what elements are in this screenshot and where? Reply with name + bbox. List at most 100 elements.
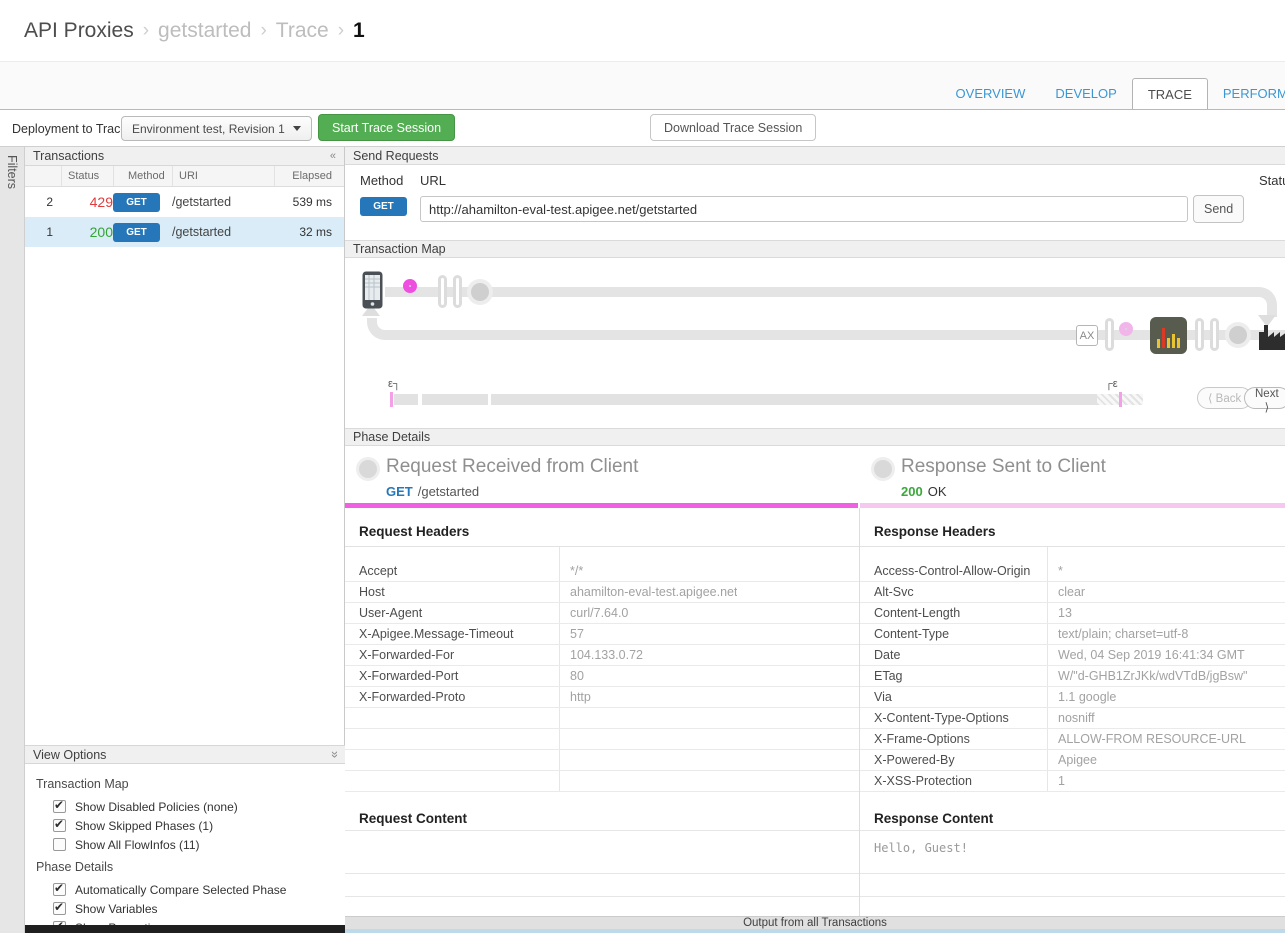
header-value: ahamilton-eval-test.apigee.net — [560, 585, 737, 599]
policy-pill[interactable] — [438, 275, 447, 308]
transaction-row[interactable]: 2429GET/getstarted539 ms — [25, 187, 344, 217]
column-uri[interactable]: URI — [172, 166, 274, 186]
header-row: Accept*/* — [345, 561, 859, 582]
header-name: Date — [860, 645, 1048, 665]
method-select-button[interactable]: GET — [360, 197, 407, 216]
transaction-elapsed: 32 ms — [274, 225, 344, 239]
response-phase-title: Response Sent to Client — [901, 456, 1106, 478]
compared-phase-node[interactable] — [1119, 322, 1133, 336]
header-row: X-Forwarded-For104.133.0.72 — [345, 645, 859, 666]
url-label: URL — [420, 173, 446, 188]
checkbox[interactable] — [53, 902, 66, 915]
header-value: Apigee — [1048, 753, 1097, 767]
header-value: ALLOW-FROM RESOURCE-URL — [1048, 732, 1246, 746]
header-row: X-Content-Type-Optionsnosniff — [860, 708, 1285, 729]
breadcrumb-section[interactable]: Trace — [276, 19, 329, 43]
timeline-segment[interactable] — [422, 394, 488, 405]
response-status-text: OK — [928, 484, 947, 499]
start-trace-session-button[interactable]: Start Trace Session — [318, 114, 455, 141]
transaction-map-title: Transaction Map — [353, 242, 446, 256]
next-button[interactable]: Next ⟩ — [1244, 387, 1285, 409]
tab-develop[interactable]: DEVELOP — [1040, 78, 1131, 110]
header-name: Host — [345, 582, 560, 602]
view-options-group-title: Phase Details — [36, 860, 345, 874]
statistics-policy-icon[interactable] — [1150, 317, 1187, 354]
breadcrumb-proxy-name[interactable]: getstarted — [158, 19, 251, 43]
transaction-uri: /getstarted — [172, 195, 274, 209]
filters-tab-label: Filters — [5, 155, 19, 189]
view-options-panel: View Options « Transaction MapShow Disab… — [25, 745, 345, 933]
column-method[interactable]: Method — [113, 166, 172, 186]
header-value: 104.133.0.72 — [560, 648, 643, 662]
request-phase-subtitle: GET/getstarted — [386, 484, 479, 499]
analytics-node[interactable]: AX — [1076, 325, 1098, 346]
breadcrumb-separator: › — [260, 20, 266, 42]
header-row: Access-Control-Allow-Origin* — [860, 561, 1285, 582]
header-row: X-XSS-Protection1 — [860, 771, 1285, 792]
breadcrumb-revision: 1 — [353, 19, 365, 43]
breadcrumb-api-proxies[interactable]: API Proxies — [24, 19, 134, 43]
header-name: X-Apigee.Message-Timeout — [345, 624, 560, 644]
timeline-end-marker: ┌ε — [1105, 378, 1118, 390]
environment-revision-select[interactable]: Environment test, Revision 1 — [121, 116, 312, 141]
checkbox[interactable] — [53, 819, 66, 832]
send-button[interactable]: Send — [1193, 195, 1244, 223]
response-content-title: Response Content — [860, 806, 1285, 831]
selected-phase-node[interactable] — [403, 279, 417, 293]
response-phase-card[interactable]: Response Sent to Client 200OK — [860, 446, 1285, 508]
timeline-tick-end — [1119, 392, 1122, 407]
timeline-segment[interactable] — [394, 394, 418, 405]
checkbox[interactable] — [53, 800, 66, 813]
transaction-index: 1 — [25, 225, 61, 239]
request-phase-card[interactable]: Request Received from Client GET/getstar… — [345, 446, 859, 508]
target-server-icon[interactable] — [1257, 323, 1285, 351]
phase-node[interactable] — [471, 283, 489, 301]
output-footer[interactable]: Output from all Transactions — [345, 916, 1285, 929]
filters-tab[interactable]: Filters — [0, 147, 25, 933]
tab-performance[interactable]: PERFORMANCE — [1208, 78, 1285, 110]
phase-node[interactable] — [1229, 326, 1247, 344]
client-device-icon[interactable] — [362, 271, 383, 309]
header-value: text/plain; charset=utf-8 — [1048, 627, 1188, 641]
page-header: API Proxies › getstarted › Trace › 1 — [0, 0, 1285, 62]
trace-main-pane: Send Requests Method URL Status GET Send… — [345, 147, 1285, 933]
transaction-index: 2 — [25, 195, 61, 209]
policy-pill[interactable] — [1210, 318, 1219, 351]
tab-overview[interactable]: OVERVIEW — [941, 78, 1041, 110]
view-option-item: Show Disabled Policies (none) — [36, 797, 345, 816]
phase-details-body: Request Headers Accept*/*Hostahamilton-e… — [345, 508, 1285, 933]
view-option-item: Show Skipped Phases (1) — [36, 816, 345, 835]
timeline-segment[interactable] — [491, 394, 1097, 405]
header-value: nosniff — [1048, 711, 1095, 725]
send-requests-header: Send Requests — [345, 147, 1285, 165]
transactions-list: 2429GET/getstarted539 ms1200GET/getstart… — [25, 187, 344, 247]
policy-pill[interactable] — [1195, 318, 1204, 351]
collapse-view-options-icon[interactable]: « — [330, 747, 337, 762]
download-trace-session-button[interactable]: Download Trace Session — [650, 114, 816, 141]
column-elapsed[interactable]: Elapsed — [274, 166, 344, 186]
environment-revision-value: Environment test, Revision 1 — [132, 122, 285, 136]
header-value: 1 — [1048, 774, 1065, 788]
header-name: X-Frame-Options — [860, 729, 1048, 749]
deployment-to-trace-label: Deployment to Trace — [12, 122, 127, 136]
policy-pill[interactable] — [1105, 318, 1114, 351]
column-status[interactable]: Status — [61, 166, 113, 186]
transaction-row[interactable]: 1200GET/getstarted32 ms — [25, 217, 344, 247]
request-headers-title: Request Headers — [345, 508, 859, 547]
request-url-input[interactable] — [420, 196, 1188, 222]
view-option-label: Automatically Compare Selected Phase — [75, 883, 286, 897]
checkbox[interactable] — [53, 838, 66, 851]
transaction-status: 200 — [61, 224, 113, 240]
timeline-tick-start — [390, 392, 393, 407]
checkbox[interactable] — [53, 883, 66, 896]
request-phase-title: Request Received from Client — [386, 456, 638, 478]
policy-pill[interactable] — [453, 275, 462, 308]
view-option-label: Show Disabled Policies (none) — [75, 800, 238, 814]
view-options-group-title: Transaction Map — [36, 777, 345, 791]
request-content-body — [345, 831, 859, 874]
left-panel-scrollbar[interactable] — [25, 925, 345, 933]
tab-trace[interactable]: TRACE — [1132, 78, 1208, 110]
collapse-panel-icon[interactable]: « — [330, 150, 336, 162]
header-name: User-Agent — [345, 603, 560, 623]
header-empty-row — [345, 771, 859, 792]
